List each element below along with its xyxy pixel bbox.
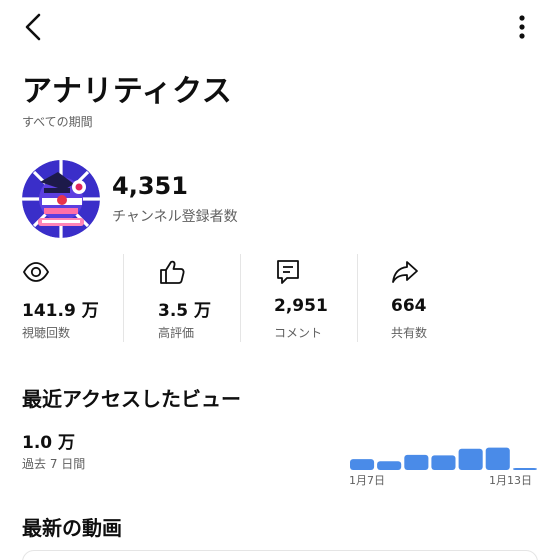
more-vertical-icon (519, 15, 525, 39)
tick-label-end: 1月13日 (489, 474, 532, 487)
stat-divider (123, 254, 124, 342)
stat-comments-value: 2,951 (274, 296, 328, 316)
recent-views-chart[interactable]: 1月7日 1月13日 (349, 418, 539, 490)
stat-views-label: 視聴回数 (22, 326, 71, 340)
latest-video-card[interactable] (22, 550, 538, 560)
back-button[interactable] (18, 10, 48, 44)
stat-shares-value: 664 (391, 296, 427, 316)
subscriber-label: チャンネル登録者数 (112, 209, 238, 225)
top-bar (0, 0, 560, 56)
stat-divider (357, 254, 358, 342)
recent-views-title: 最近アクセスしたビュー (22, 387, 241, 411)
stat-shares-label: 共有数 (391, 326, 428, 340)
chevron-left-icon (25, 13, 41, 41)
comment-icon (277, 260, 299, 284)
chart-bar (458, 448, 483, 470)
avatar-image (22, 160, 100, 238)
thumbs-up-icon (160, 260, 185, 284)
stats-row: 141.9 万 視聴回数 3.5 万 高評価 2,951 コメント 664 共有… (0, 252, 560, 348)
recent-views-period: 過去 7 日間 (22, 457, 86, 471)
chart-bar (350, 459, 375, 470)
more-options-button[interactable] (508, 12, 536, 42)
stat-views[interactable]: 141.9 万 視聴回数 (22, 252, 139, 348)
stat-divider (240, 254, 241, 342)
chart-bar (431, 455, 456, 470)
chart-bar (485, 447, 510, 470)
stat-likes[interactable]: 3.5 万 高評価 (158, 252, 275, 348)
subscriber-count: 4,351 (112, 172, 188, 200)
chart-bar (512, 468, 537, 470)
chart-bar (377, 461, 402, 470)
stat-comments[interactable]: 2,951 コメント (274, 252, 391, 348)
recent-views-value: 1.0 万 (22, 433, 76, 453)
page-title: アナリティクス (22, 74, 233, 109)
channel-avatar[interactable] (22, 160, 100, 238)
eye-icon (22, 262, 50, 282)
stat-comments-label: コメント (274, 326, 323, 340)
share-icon (392, 261, 418, 283)
tick-label-start: 1月7日 (349, 474, 385, 487)
stat-likes-label: 高評価 (158, 326, 195, 340)
stat-shares[interactable]: 664 共有数 (391, 252, 508, 348)
stat-likes-value: 3.5 万 (158, 301, 212, 321)
period-label: すべての期間 (22, 115, 93, 129)
chart-bar (404, 454, 429, 470)
latest-videos-title: 最新の動画 (22, 516, 122, 540)
stat-views-value: 141.9 万 (22, 301, 99, 321)
